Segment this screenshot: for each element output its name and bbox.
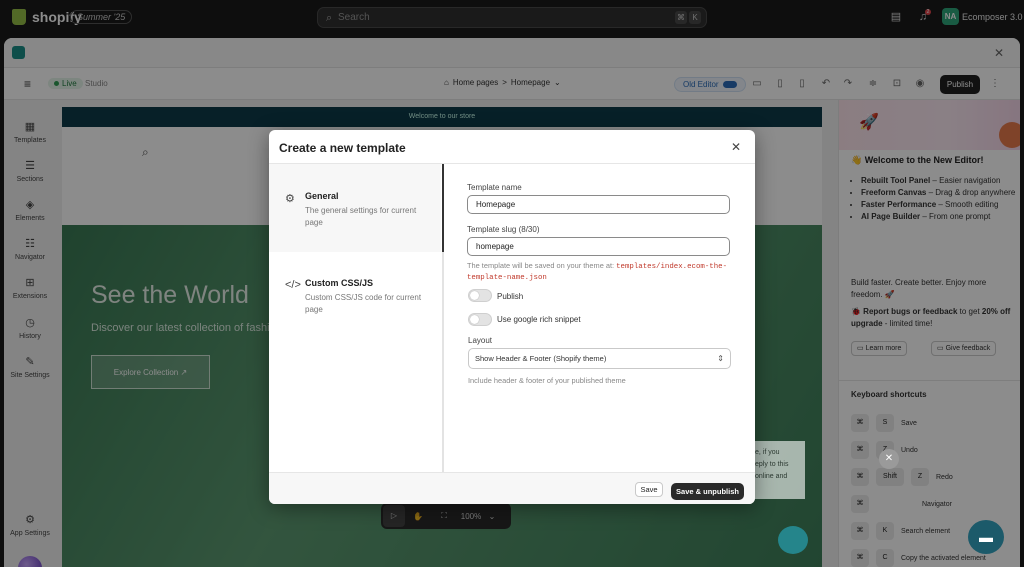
- slug-help-text: The template will be saved on your theme…: [467, 261, 728, 282]
- template-slug-input[interactable]: homepage: [467, 237, 730, 256]
- rich-snippet-label: Use google rich snippet: [497, 315, 581, 324]
- code-icon: </>: [285, 279, 301, 291]
- gear-icon: ⚙: [285, 193, 295, 205]
- modal-nav: ⚙ General The general settings for curre…: [269, 164, 443, 472]
- layout-select[interactable]: Show Header & Footer (Shopify theme) ⇕: [468, 348, 731, 369]
- modal-header: Create a new template ✕: [269, 130, 755, 164]
- tab-custom-css-js[interactable]: </> Custom CSS/JS Custom CSS/JS code for…: [269, 252, 441, 340]
- close-icon[interactable]: ✕: [731, 140, 741, 154]
- publish-label: Publish: [497, 292, 524, 301]
- chat-icon[interactable]: ▬: [968, 520, 1004, 554]
- chat-preview-card: e, if you eply to this online and: [747, 441, 805, 499]
- template-name-input[interactable]: Homepage: [467, 195, 730, 214]
- rich-snippet-toggle[interactable]: [468, 313, 492, 326]
- template-slug-label: Template slug (8/30): [467, 225, 540, 234]
- chat-bubble-faded: [778, 526, 808, 554]
- layout-label: Layout: [468, 336, 493, 345]
- dismiss-icon[interactable]: ✕: [879, 449, 899, 469]
- modal-title: Create a new template: [279, 141, 406, 155]
- select-arrows-icon: ⇕: [717, 354, 724, 363]
- layout-help-text: Include header & footer of your publishe…: [468, 376, 626, 385]
- template-name-label: Template name: [467, 183, 522, 192]
- save-button[interactable]: Save: [635, 482, 663, 497]
- publish-toggle[interactable]: [468, 289, 492, 302]
- save-unpublish-button[interactable]: Save & unpublish: [671, 483, 744, 500]
- tab-general[interactable]: ⚙ General The general settings for curre…: [269, 164, 441, 252]
